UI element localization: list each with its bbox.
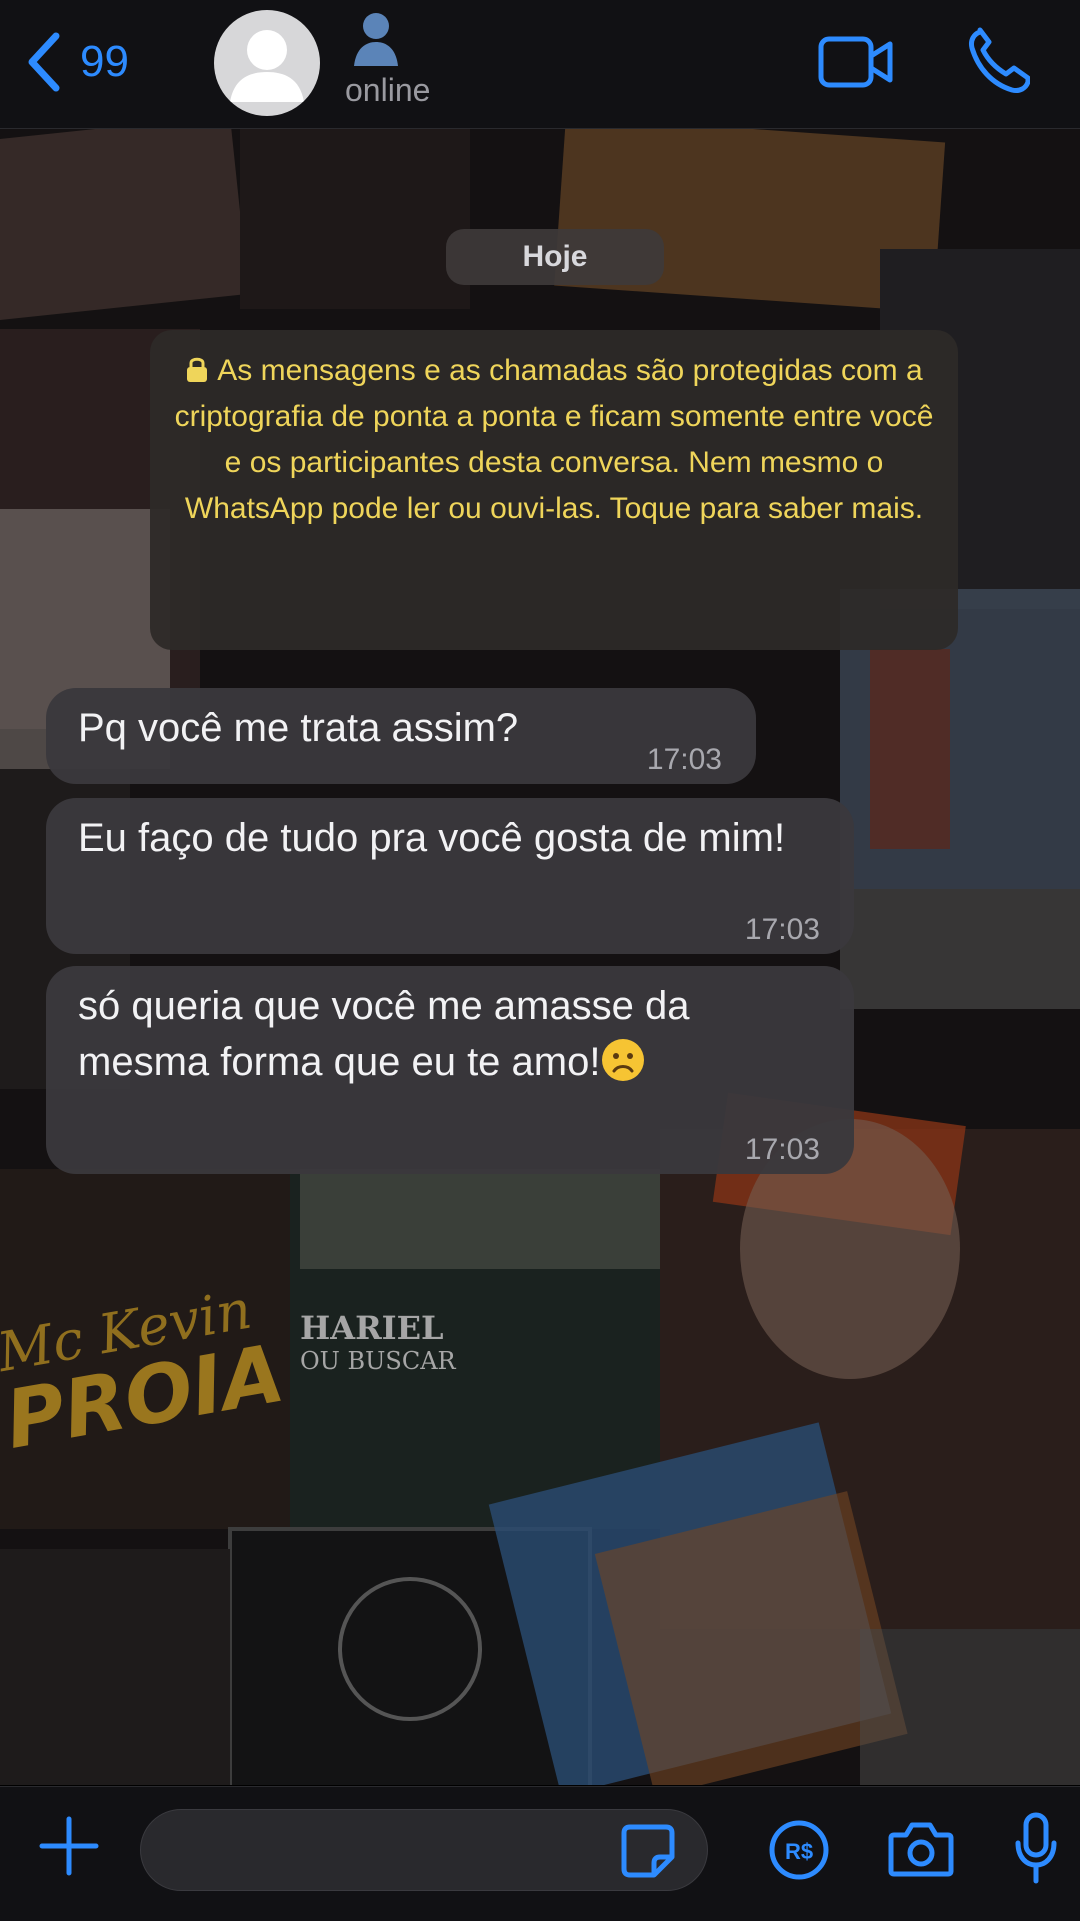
message-time: 17:03 bbox=[744, 913, 820, 946]
message-text: Eu faço de tudo pra você gosta de mim! bbox=[78, 816, 786, 860]
video-call-icon[interactable] bbox=[818, 34, 894, 90]
message-time: 17:03 bbox=[744, 1133, 820, 1166]
back-button[interactable]: 99 bbox=[22, 30, 129, 94]
avatar-icon bbox=[230, 30, 304, 102]
payment-icon[interactable]: R$ bbox=[768, 1819, 830, 1881]
contact-status: online bbox=[345, 72, 431, 108]
chevron-left-icon bbox=[28, 32, 60, 92]
encryption-notice[interactable]: As mensagens e as chamadas são protegida… bbox=[150, 330, 958, 650]
message-bubble[interactable]: Pq você me trata assim? 17:03 bbox=[46, 688, 756, 784]
contact-icon bbox=[354, 13, 398, 66]
unread-count: 99 bbox=[80, 37, 129, 86]
composer-bar: R$ bbox=[0, 1786, 1080, 1921]
plus-icon[interactable] bbox=[38, 1815, 100, 1877]
camera-icon[interactable] bbox=[888, 1819, 954, 1879]
lock-icon bbox=[187, 357, 208, 382]
message-time: 17:03 bbox=[646, 743, 722, 776]
message-bubble[interactable]: Eu faço de tudo pra você gosta de mim! 1… bbox=[46, 798, 854, 954]
message-bubble[interactable]: só queria que você me amasse da mesma fo… bbox=[46, 966, 854, 1174]
encryption-notice-text: As mensagens e as chamadas são protegida… bbox=[174, 354, 934, 525]
sticker-icon[interactable] bbox=[620, 1823, 676, 1879]
svg-text:R$: R$ bbox=[785, 1839, 813, 1864]
date-divider: Hoje bbox=[446, 229, 664, 285]
chat-header: 99 online bbox=[0, 0, 1080, 129]
mic-icon[interactable] bbox=[1012, 1811, 1060, 1887]
message-text: Pq você me trata assim? bbox=[78, 706, 519, 750]
avatar[interactable] bbox=[214, 10, 320, 116]
sad-face-icon bbox=[602, 1039, 645, 1081]
message-text: só queria que você me amasse da mesma fo… bbox=[78, 984, 690, 1084]
phone-icon[interactable] bbox=[966, 26, 1030, 96]
